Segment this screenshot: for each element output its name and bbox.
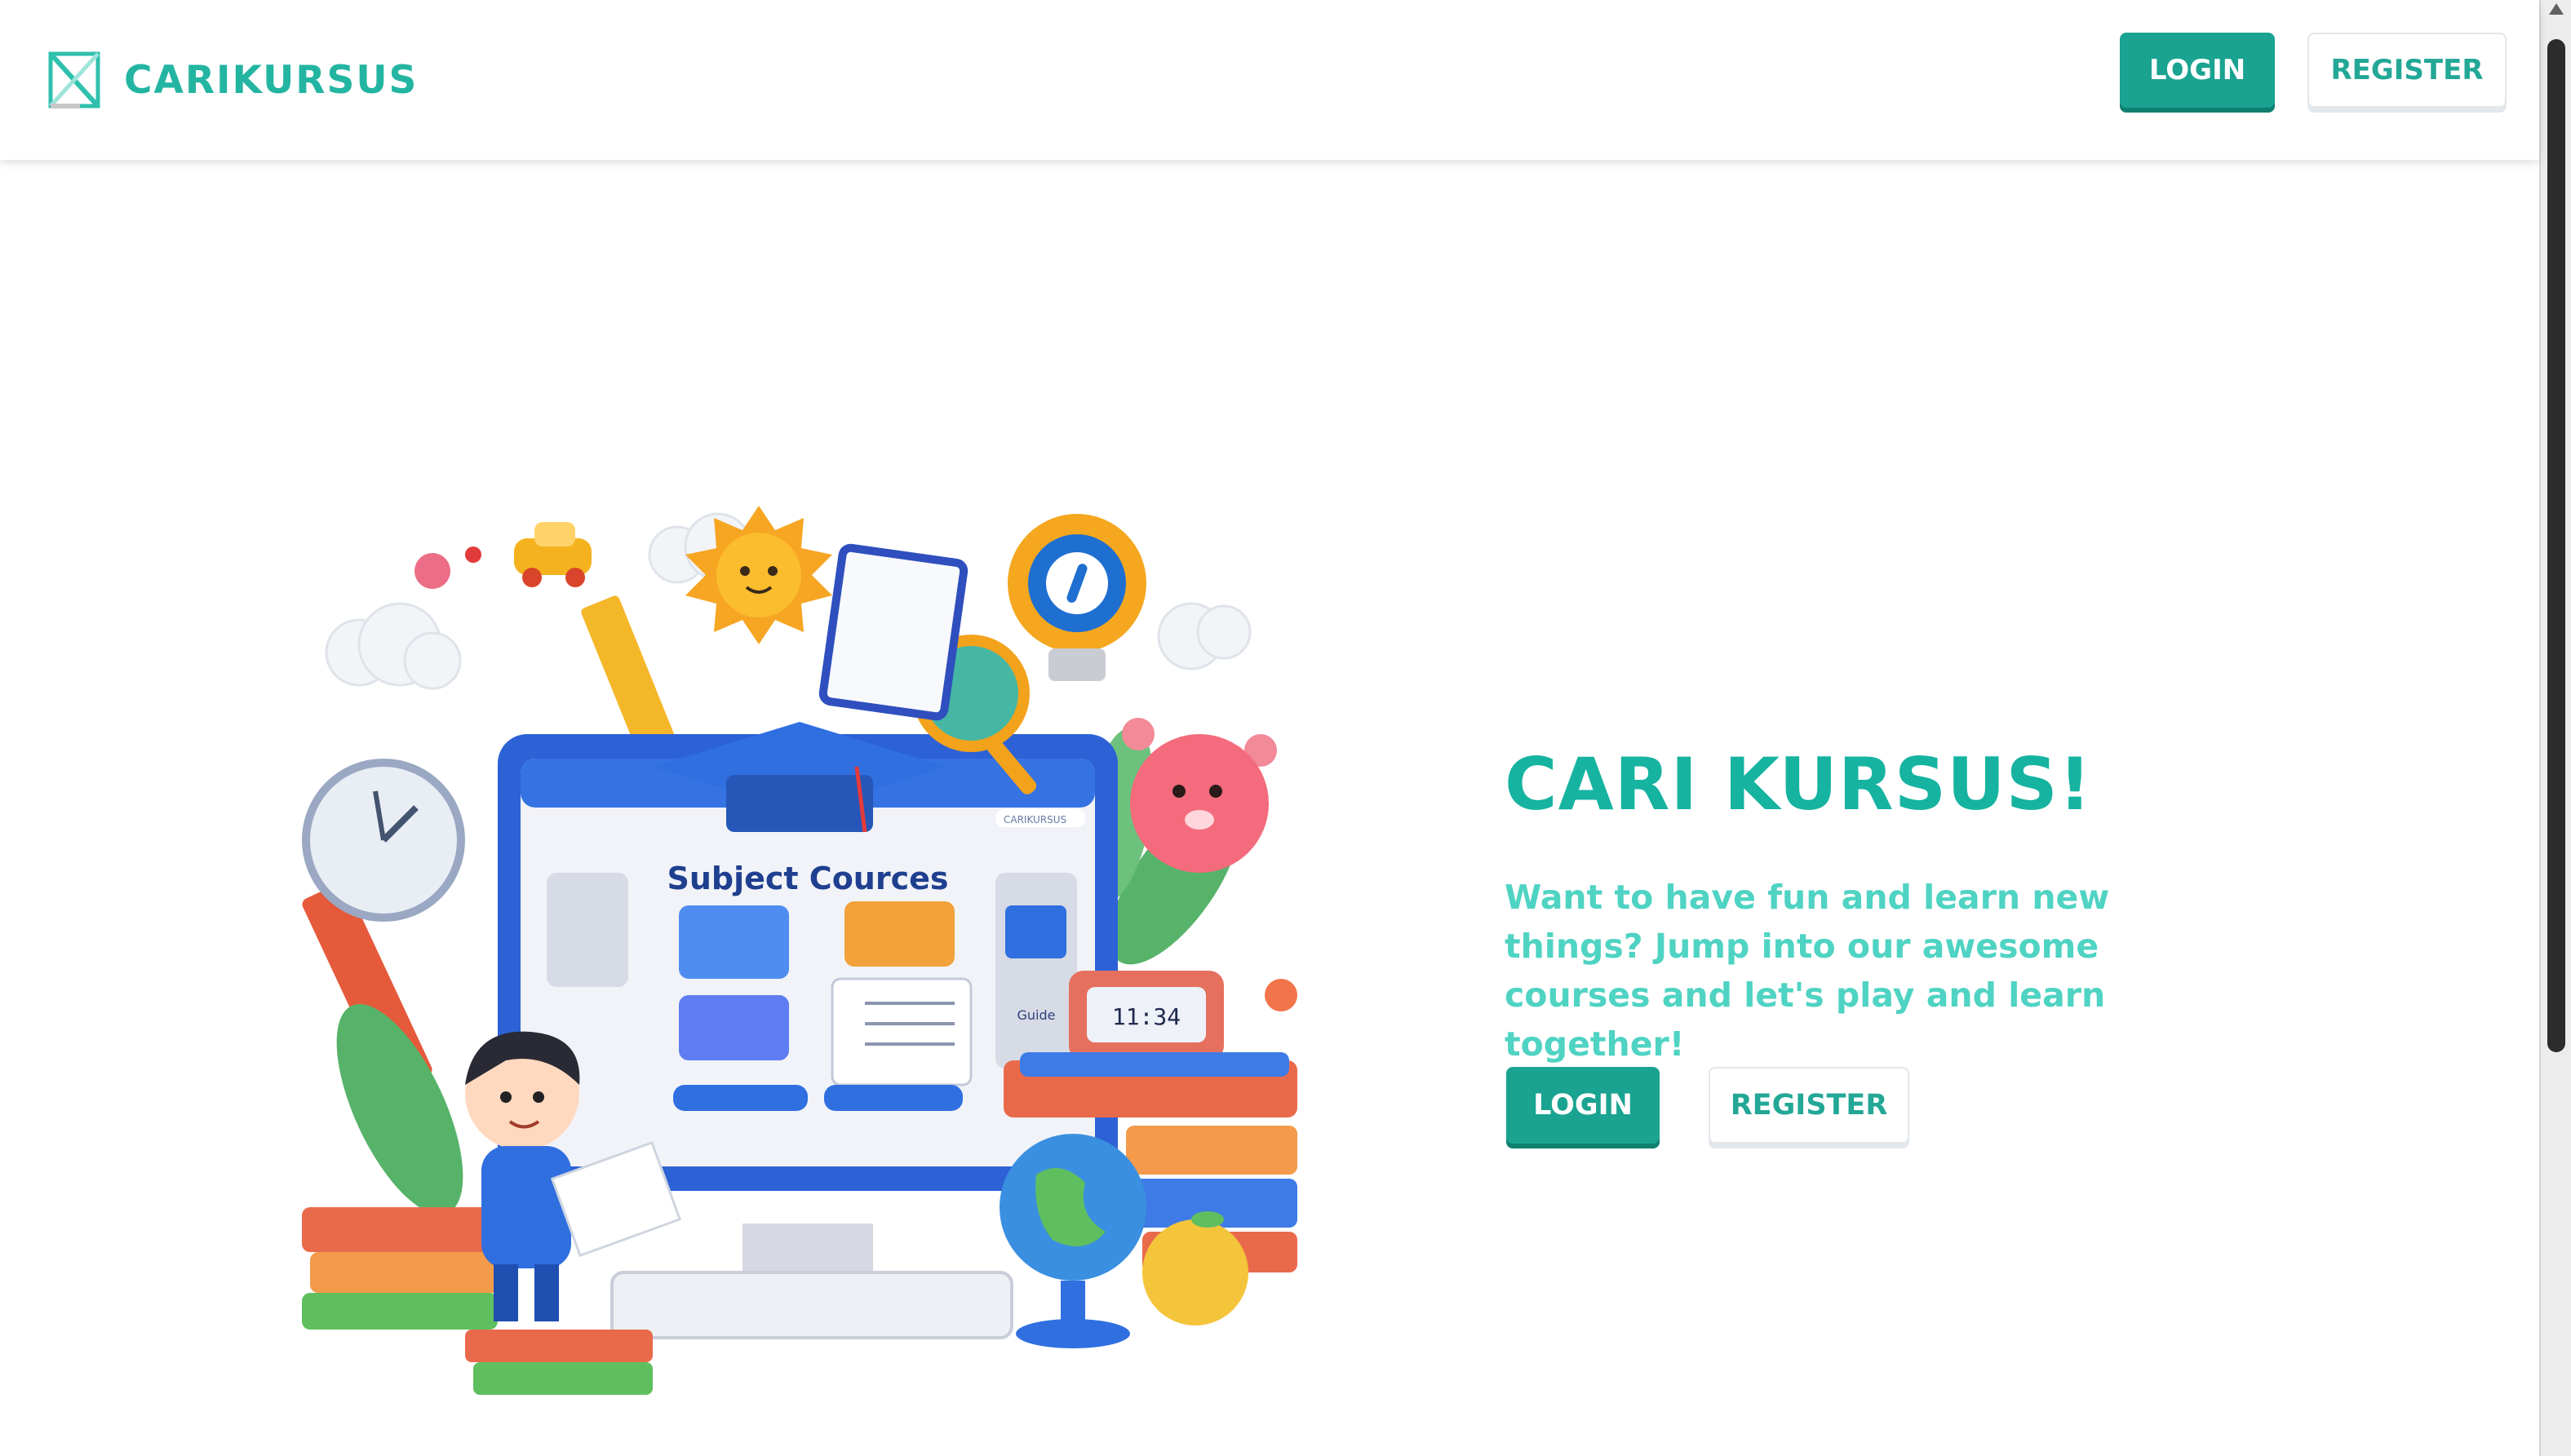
bear-toy-icon [1122,718,1277,873]
hero-register-button[interactable]: REGISTER [1709,1067,1909,1144]
nav-login-button[interactable]: LOGIN [2120,33,2275,108]
brand-name: CARIKURSUS [124,57,419,103]
scrollbar-thumb[interactable] [2547,39,2565,1052]
notebook-icon [818,543,969,721]
brand-link[interactable]: CARIKURSUS [47,51,418,109]
nav-register-button[interactable]: REGISTER [2307,33,2507,108]
hero-illustration: Subject Cources CARIKURSUS Guide 11:34 [302,506,1297,1395]
x-logo-icon [48,51,100,108]
hero-title: CARI KURSUS! [1505,742,2093,826]
top-navbar: CARIKURSUS LOGIN REGISTER [0,0,2539,160]
keyboard-icon [610,1271,1013,1339]
hero-description: Want to have fun and learn new things? J… [1505,878,2110,1064]
clock-icon [302,759,465,922]
digital-clock-display: 11:34 [1112,1003,1181,1030]
apple-icon [1142,1211,1248,1325]
screen-heading: Subject Cources [667,861,948,896]
screen-search-text: CARIKURSUS [1004,814,1066,825]
toy-car-icon [514,522,592,587]
hero-login-button[interactable]: LOGIN [1506,1067,1660,1144]
globe-icon [1000,1134,1146,1348]
vertical-scrollbar[interactable] [2539,0,2571,1456]
lightbulb-icon [1008,514,1146,681]
screen-side-label: Guide [1017,1007,1056,1023]
scroll-up-arrow-icon[interactable] [2549,3,2564,15]
digital-clock-icon: 11:34 [1069,971,1224,1060]
